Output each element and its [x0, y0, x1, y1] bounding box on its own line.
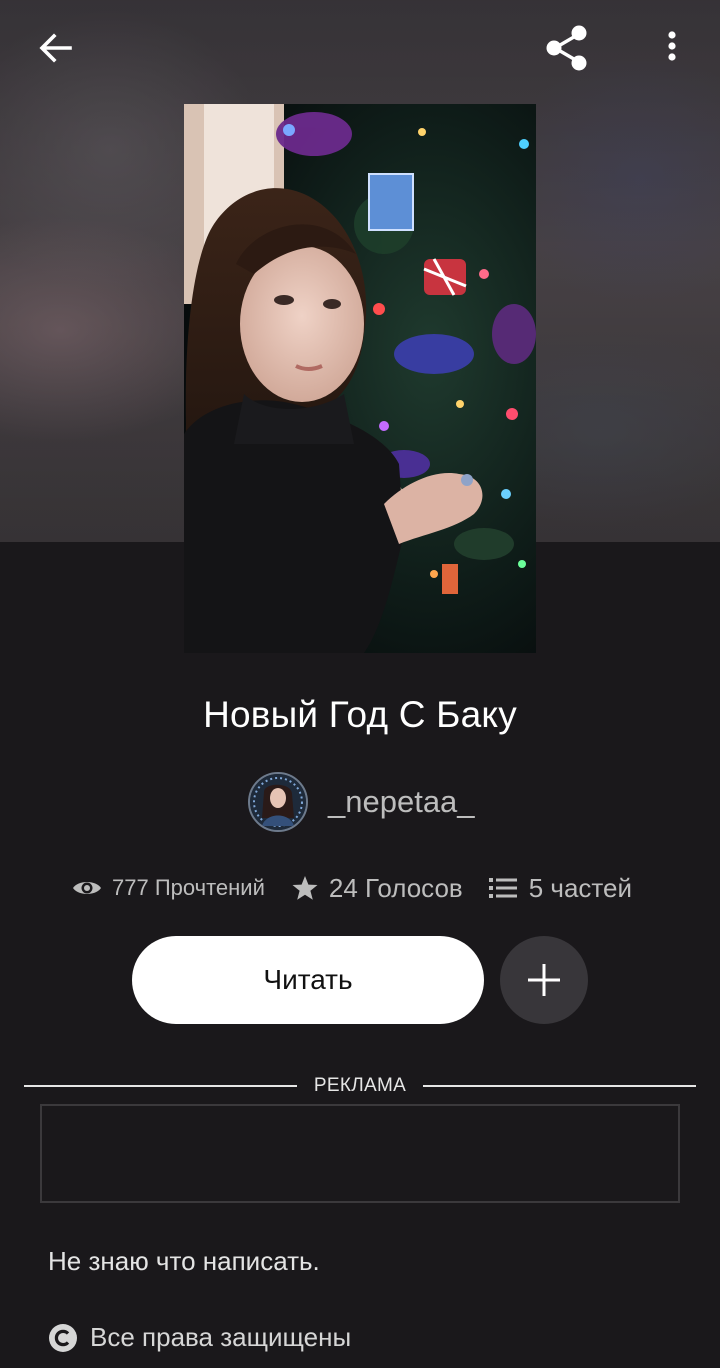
- story-stats: 777 Прочтений 24 Голосов 5 частей: [72, 866, 632, 910]
- share-button[interactable]: [537, 18, 597, 78]
- copyright-icon: [49, 1323, 77, 1352]
- story-title: Новый Год С Баку: [203, 694, 517, 735]
- votes-count: 24 Голосов: [328, 872, 463, 903]
- copyright-row: Все права защищены: [48, 1322, 351, 1353]
- back-button[interactable]: [26, 18, 86, 78]
- eye-icon: [72, 877, 102, 899]
- share-icon: [546, 25, 587, 71]
- read-button[interactable]: Читать: [132, 936, 484, 1024]
- author-link[interactable]: _nepetaa_: [248, 771, 475, 833]
- list-icon: [488, 876, 517, 900]
- parts-stat: 5 частей: [488, 872, 633, 904]
- votes-stat: 24 Голосов: [291, 873, 463, 904]
- ad-slot[interactable]: [40, 1104, 680, 1203]
- copyright-text: Все права защищены: [90, 1322, 352, 1352]
- author-name[interactable]: _nepetaa_: [328, 784, 475, 820]
- plus-icon: [528, 964, 560, 996]
- more-vertical-icon: [668, 31, 676, 61]
- parts-count: 5 частей: [528, 872, 633, 903]
- star-icon: [291, 874, 319, 902]
- ad-label: РЕКЛАМА: [313, 1075, 407, 1096]
- back-arrow-icon: [39, 33, 72, 63]
- divider-line-left: [24, 1085, 297, 1087]
- author-avatar[interactable]: [248, 772, 308, 832]
- story-description: Не знаю что написать.: [48, 1246, 320, 1276]
- ad-divider: РЕКЛАМА: [24, 1073, 696, 1099]
- story-cover-image[interactable]: [184, 104, 536, 653]
- divider-line-right: [423, 1085, 696, 1087]
- more-options-button[interactable]: [642, 18, 702, 78]
- reads-count: 777 Прочтений: [112, 875, 265, 900]
- story-details-screen: Новый Год С Баку _nepetaa_ 777 Прочтений: [0, 0, 720, 1368]
- reads-stat: 777 Прочтений: [72, 875, 265, 901]
- add-to-library-button[interactable]: [500, 936, 588, 1024]
